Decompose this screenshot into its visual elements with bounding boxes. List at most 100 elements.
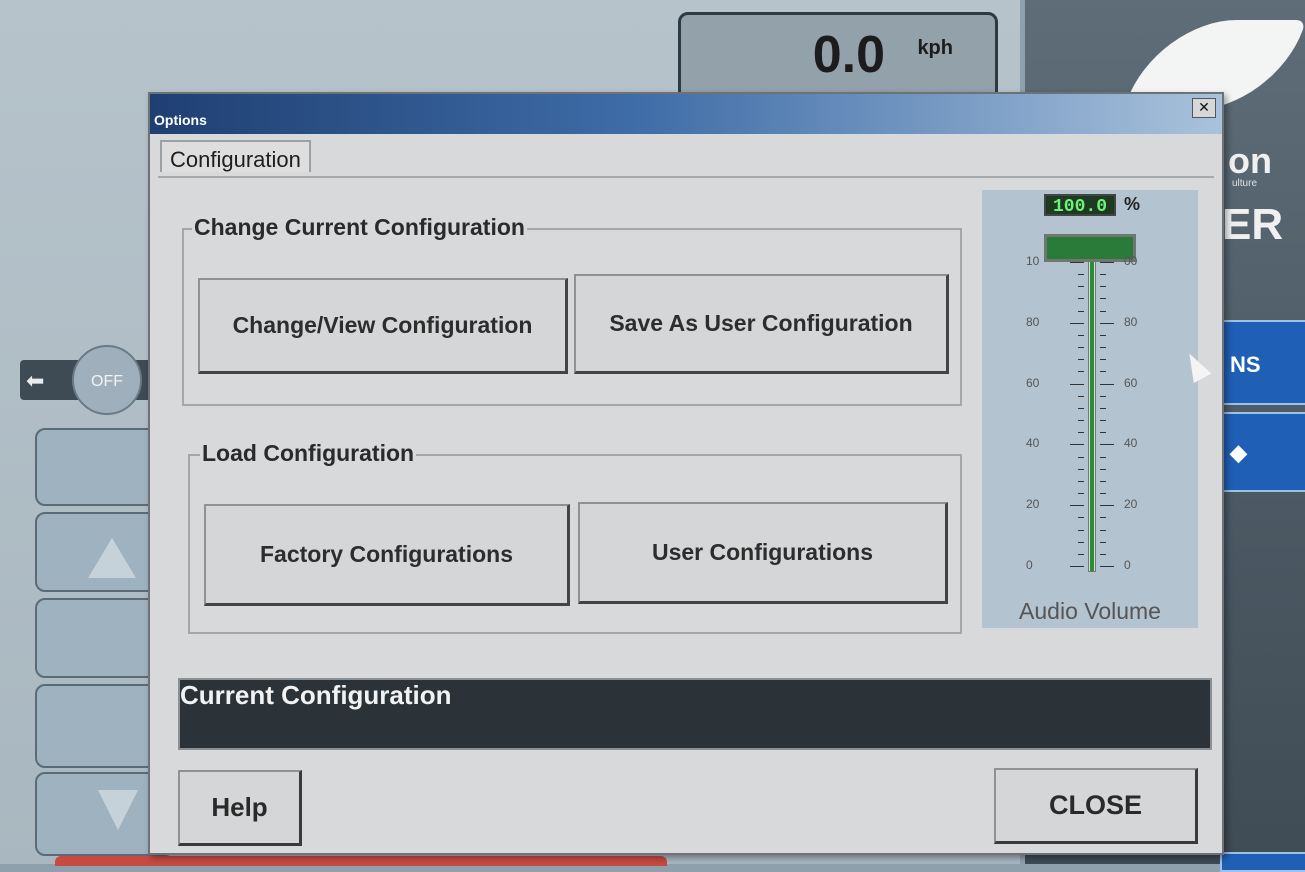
volume-slider-fill <box>1090 257 1094 571</box>
brand-text-partial-2: ER <box>1222 200 1284 249</box>
change-configuration-group: Change Current Configuration Change/View… <box>182 214 962 406</box>
volume-tick-mark <box>1100 517 1106 519</box>
volume-tick-mark <box>1100 347 1106 349</box>
volume-tick-mark <box>1078 395 1084 397</box>
volume-tick-mark <box>1100 298 1106 300</box>
volume-slider-track[interactable] <box>1088 256 1096 572</box>
volume-tick-mark <box>1078 456 1084 458</box>
audio-volume-label: Audio Volume <box>1019 598 1161 624</box>
volume-tick-mark <box>1100 444 1114 446</box>
audio-volume-control: 100.0 % 10 00 80 80 60 60 40 40 20 20 0 0 Audio Vol… <box>982 190 1198 628</box>
speed-unit: kph <box>917 37 953 59</box>
volume-tick-mark <box>1078 286 1084 288</box>
volume-tick-mark <box>1100 334 1106 336</box>
volume-tick-mark <box>1078 298 1084 300</box>
change-configuration-title: Change Current Configuration <box>192 214 527 241</box>
volume-tick-mark <box>1100 541 1106 543</box>
brand-subtext-partial: ulture <box>1232 178 1258 189</box>
volume-tick-label-right: 60 <box>1124 375 1138 390</box>
volume-tick-mark <box>1100 493 1106 495</box>
volume-tick-mark <box>1078 468 1084 470</box>
volume-slider-thumb[interactable] <box>1044 234 1136 262</box>
arrow-up-icon <box>88 538 136 578</box>
volume-tick-mark <box>1078 310 1084 312</box>
volume-tick-mark <box>1078 517 1084 519</box>
volume-tick-mark <box>1078 432 1084 434</box>
change-view-configuration-button[interactable]: Change/View Configuration <box>198 278 568 374</box>
volume-tick-label-right: 40 <box>1124 436 1138 451</box>
brand-text-partial: on <box>1228 140 1272 181</box>
volume-tick-mark <box>1070 262 1084 263</box>
volume-tick-mark <box>1100 480 1106 482</box>
volume-tick-mark <box>1100 274 1106 276</box>
volume-tick-mark <box>1070 322 1084 324</box>
current-configuration-label: Current Configuration <box>180 680 452 710</box>
volume-tick-mark <box>1078 407 1084 409</box>
volume-tick-label-left: 20 <box>1026 497 1040 512</box>
side-menu-button[interactable]: NS <box>1220 320 1305 405</box>
side-menu-button-label: NS <box>1230 352 1261 377</box>
volume-tick-mark <box>1078 493 1084 495</box>
volume-tick-mark <box>1078 347 1084 349</box>
volume-tick-mark <box>1078 274 1084 276</box>
speed-display: 0.0 kph <box>678 12 998 102</box>
volume-tick-mark <box>1100 371 1106 373</box>
volume-tick-mark <box>1100 553 1106 555</box>
volume-tick-mark <box>1078 371 1084 373</box>
volume-tick-mark <box>1100 359 1106 361</box>
volume-tick-mark <box>1078 553 1084 555</box>
arrow-left-icon[interactable]: ⬅ <box>26 368 44 394</box>
load-configuration-group: Load Configuration Factory Configuration… <box>188 440 962 634</box>
volume-tick-mark <box>1100 310 1106 312</box>
volume-tick-mark <box>1100 383 1114 385</box>
dialog-titlebar: Options ✕ <box>150 94 1222 134</box>
dialog-close-icon[interactable]: ✕ <box>1192 98 1216 118</box>
volume-tick-mark <box>1100 322 1114 324</box>
help-button[interactable]: Help <box>178 770 302 846</box>
arrow-down-icon <box>98 790 138 830</box>
volume-tick-mark <box>1100 529 1106 531</box>
factory-configurations-button[interactable]: Factory Configurations <box>204 504 570 606</box>
volume-tick-mark <box>1100 468 1106 470</box>
volume-tick-mark <box>1078 420 1084 422</box>
volume-tick-mark <box>1100 262 1114 263</box>
current-configuration-panel: Current Configuration <box>178 678 1212 750</box>
tab-configuration[interactable]: Configuration <box>160 140 311 172</box>
volume-tick-mark <box>1070 505 1084 507</box>
volume-tick-label-right: 00 <box>1124 254 1138 268</box>
volume-tick-mark <box>1100 505 1114 507</box>
tab-divider <box>158 176 1214 178</box>
off-toggle-button[interactable]: OFF <box>72 345 142 415</box>
volume-tick-mark <box>1078 359 1084 361</box>
volume-tick-label-right: 0 <box>1124 558 1131 572</box>
dialog-title: Options <box>154 112 207 128</box>
volume-tick-label-left: 40 <box>1026 436 1040 451</box>
options-dialog: Options ✕ Configuration Change Current C… <box>148 92 1224 855</box>
volume-readout: 100.0 <box>1044 194 1116 217</box>
speed-value: 0.0 <box>812 26 885 84</box>
volume-tick-mark <box>1070 383 1084 385</box>
volume-tick-mark <box>1100 286 1106 288</box>
volume-tick-label-left: 80 <box>1026 314 1040 329</box>
volume-tick-mark <box>1078 334 1084 336</box>
volume-tick-mark <box>1100 456 1106 458</box>
volume-tick-mark <box>1100 432 1106 434</box>
volume-tick-label-left: 60 <box>1026 375 1040 390</box>
bottom-red-button[interactable] <box>55 856 667 866</box>
side-menu-button-2[interactable]: ◆ <box>1220 412 1305 492</box>
volume-tick-mark <box>1078 541 1084 543</box>
volume-tick-mark <box>1078 480 1084 482</box>
volume-unit: % <box>1124 194 1141 214</box>
side-menu-button-3[interactable] <box>1220 852 1305 872</box>
volume-tick-mark <box>1100 407 1106 409</box>
volume-tick-label-left: 0 <box>1026 558 1033 572</box>
volume-tick-label-right: 80 <box>1124 314 1138 329</box>
close-button[interactable]: CLOSE <box>994 768 1198 844</box>
side-menu-button-2-label: ◆ <box>1230 440 1247 465</box>
volume-tick-mark <box>1100 420 1106 422</box>
save-as-user-configuration-button[interactable]: Save As User Configuration <box>574 274 949 374</box>
user-configurations-button[interactable]: User Configurations <box>578 502 948 604</box>
volume-tick-mark <box>1100 395 1106 397</box>
volume-tick-mark <box>1078 529 1084 531</box>
volume-tick-mark <box>1100 566 1114 567</box>
